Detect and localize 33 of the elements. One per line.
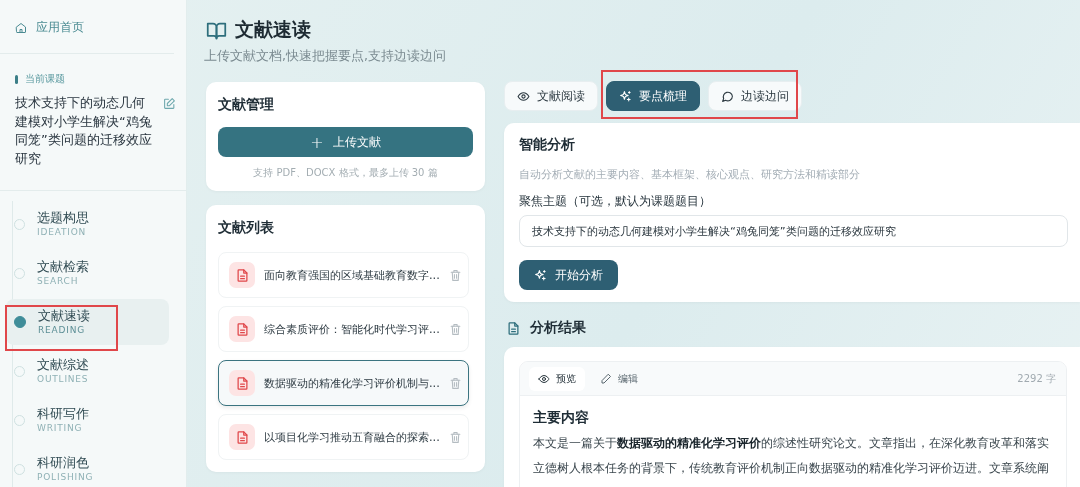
summary-paragraph: 本文是一篇关于数据驱动的精准化学习评价的综述性研究论文。文章指出，在深化教育改革和落实立德树人根本任务的背景下，传统教育评价机制正向数据驱动的精准化学习评价迈进。文章系统阐 [533, 435, 1050, 477]
content-heading: 主要内容 [533, 409, 590, 427]
card-title: 智能分析 [519, 136, 576, 154]
upload-button[interactable]: + 上传文献 [218, 127, 473, 157]
tab[interactable]: 文献阅读 [504, 81, 598, 111]
document-item[interactable]: 面向教育强国的区域基础教育数字... [218, 252, 469, 298]
tab[interactable]: 要点梳理 [606, 81, 700, 111]
upload-hint: 支持 PDF、DOCX 格式，最多上传 30 篇 [252, 166, 439, 180]
nav-item[interactable]: 文献检索 SEARCH [6, 250, 169, 296]
home-link[interactable]: 应用首页 [0, 0, 174, 54]
nav-item[interactable]: 选题构思 IDEATION [6, 201, 169, 247]
nav-item[interactable]: 科研润色 POLISHING [6, 446, 169, 487]
focus-field[interactable]: 技术支持下的动态几何建模对小学生解决“鸡兔同笼”类问题的迁移效应研究 [519, 215, 1068, 247]
nav-item[interactable]: 文献综述 OUTLINES [6, 348, 169, 394]
card-description: 自动分析文献的主要内容、基本框架、核心观点、研究方法和精读部分 [519, 167, 861, 182]
card-title: 文献列表 [218, 219, 275, 237]
word-count: 2292 字 [1017, 371, 1056, 386]
document-item[interactable]: 以项目化学习推动五育融合的探索... [218, 414, 469, 460]
document-item[interactable]: 综合素质评价：智能化时代学习评... [218, 306, 469, 352]
tab[interactable]: 边读边问 [708, 81, 802, 111]
start-analysis-button[interactable]: 开始分析 [519, 260, 618, 290]
card-title: 文献管理 [218, 96, 275, 114]
nav-item[interactable]: 文献速读 READING [6, 299, 169, 345]
page-title: 文献速读 [235, 17, 311, 42]
document-item[interactable]: 数据驱动的精准化学习评价机制与... [218, 360, 469, 406]
page-subtitle: 上传文献文档,快速把握要点,支持边读边问 [204, 48, 447, 65]
topic-title: 技术支持下的动态几何建模对小学生解决“鸡兔同笼”类问题的迁移效应研究 [15, 94, 153, 168]
section-label: 当前课题 [25, 72, 65, 86]
field-label: 聚焦主题（可选，默认为课题题目） [519, 194, 712, 209]
nav-item[interactable]: 科研写作 WRITING [6, 397, 169, 443]
mode-tab[interactable]: 编辑 [591, 366, 647, 391]
section-title: 分析结果 [530, 319, 586, 337]
mode-tab[interactable]: 预览 [529, 366, 585, 391]
